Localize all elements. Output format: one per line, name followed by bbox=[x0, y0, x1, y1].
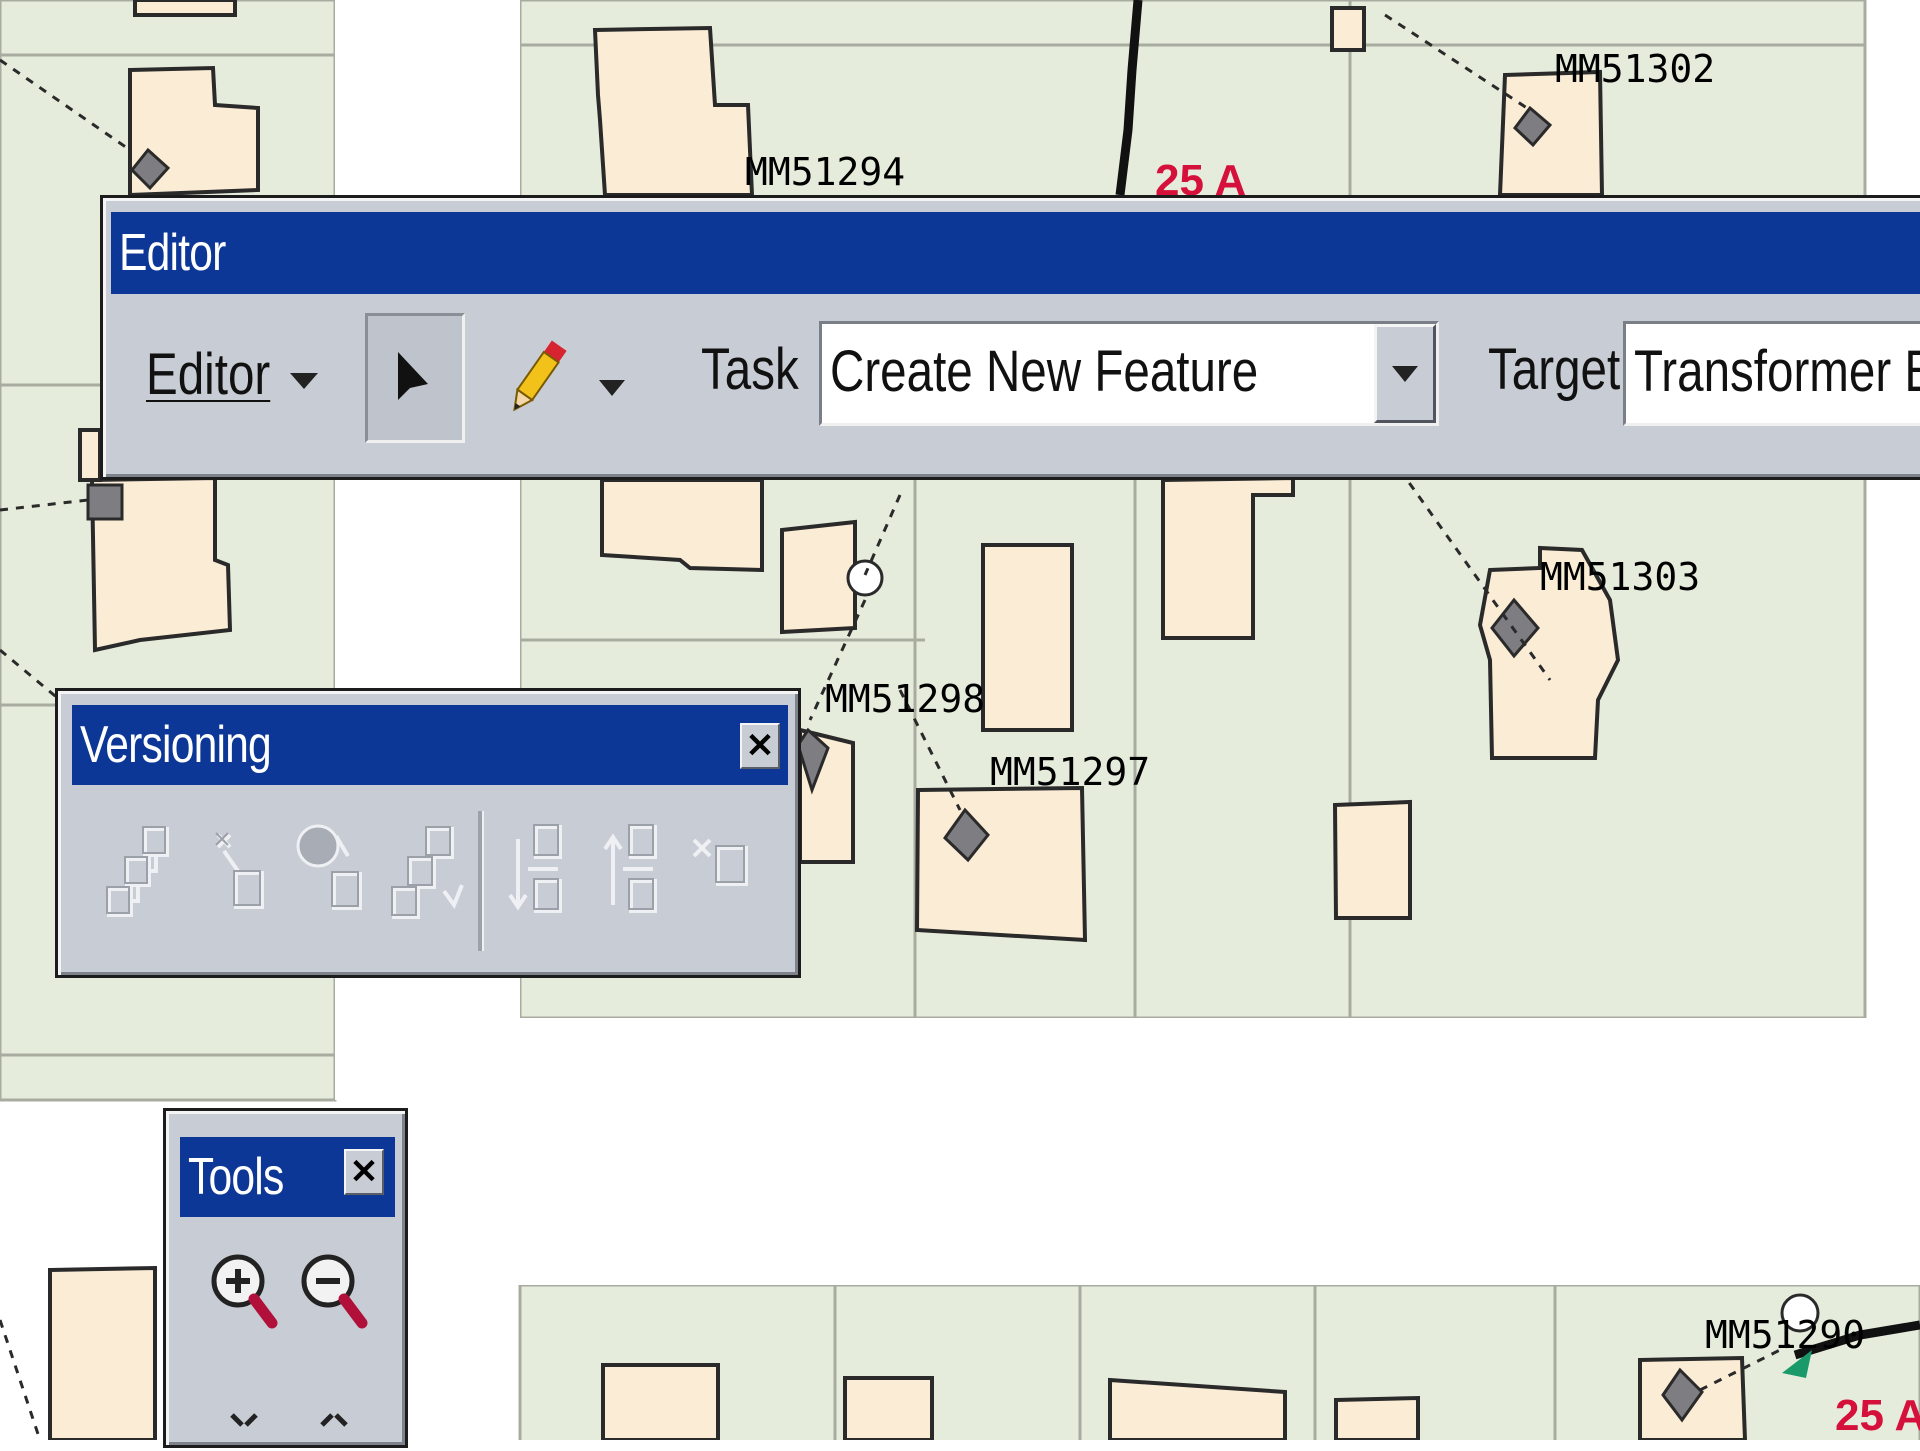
feature-label: MM51290 bbox=[1705, 1313, 1865, 1357]
close-icon: ✕ bbox=[349, 1153, 379, 1191]
tools-toolbar: Tools ✕ bbox=[163, 1108, 408, 1448]
feature-label: MM51294 bbox=[745, 150, 905, 194]
pencil-icon bbox=[513, 340, 567, 412]
close-button[interactable]: ✕ bbox=[344, 1149, 384, 1195]
task-label: Task bbox=[701, 337, 799, 402]
fixed-zoom-out-icon[interactable] bbox=[316, 1411, 376, 1451]
versioning-toolbar-title: Versioning bbox=[80, 716, 272, 774]
amp-label: 25 A bbox=[1835, 1391, 1920, 1440]
delete-version-icon[interactable] bbox=[686, 826, 761, 906]
feature-label: MM51302 bbox=[1555, 47, 1715, 91]
arrow-pointer-icon bbox=[398, 352, 428, 400]
editor-toolbar-titlebar[interactable]: Editor bbox=[111, 212, 1920, 294]
editor-menu-button[interactable]: Editor bbox=[138, 333, 368, 423]
target-dropdown[interactable]: Transformer Ba bbox=[1623, 321, 1920, 426]
toolbar-separator bbox=[478, 811, 484, 951]
zoom-out-icon[interactable] bbox=[298, 1251, 378, 1341]
create-new-version-icon[interactable] bbox=[198, 821, 278, 921]
task-dropdown-button[interactable] bbox=[1374, 324, 1436, 423]
target-label: Target bbox=[1488, 337, 1621, 402]
editor-toolbar: Editor Editor Task Create New Feature Ta… bbox=[100, 195, 1920, 480]
close-icon: ✕ bbox=[745, 727, 775, 765]
edit-tool-button[interactable] bbox=[365, 313, 465, 443]
sketch-tool-button[interactable] bbox=[503, 323, 633, 433]
chevron-down-icon bbox=[290, 373, 318, 389]
task-value: Create New Feature bbox=[830, 339, 1259, 404]
change-version-icon[interactable] bbox=[288, 816, 378, 921]
feature-label: MM51297 bbox=[990, 750, 1150, 794]
target-value: Transformer Ba bbox=[1634, 339, 1920, 404]
editor-toolbar-title: Editor bbox=[119, 224, 226, 282]
versioning-toolbar: Versioning ✕ bbox=[55, 688, 801, 978]
close-button[interactable]: ✕ bbox=[740, 723, 780, 769]
chevron-down-icon bbox=[599, 380, 625, 396]
tools-toolbar-title: Tools bbox=[188, 1148, 284, 1206]
versioning-toolbar-titlebar[interactable]: Versioning bbox=[72, 705, 788, 785]
chevron-down-icon bbox=[1392, 365, 1418, 382]
fixed-zoom-in-icon[interactable] bbox=[226, 1411, 286, 1451]
reconcile-icon[interactable] bbox=[498, 819, 578, 929]
task-dropdown[interactable]: Create New Feature bbox=[819, 321, 1439, 426]
version-manager-icon[interactable] bbox=[103, 821, 183, 921]
zoom-in-icon[interactable] bbox=[208, 1251, 288, 1341]
feature-label: MM51303 bbox=[1540, 555, 1700, 599]
refresh-version-icon[interactable] bbox=[388, 819, 473, 924]
feature-label: MM51298 bbox=[825, 677, 985, 721]
editor-menu-label: Editor bbox=[146, 342, 271, 407]
post-icon[interactable] bbox=[593, 819, 673, 929]
